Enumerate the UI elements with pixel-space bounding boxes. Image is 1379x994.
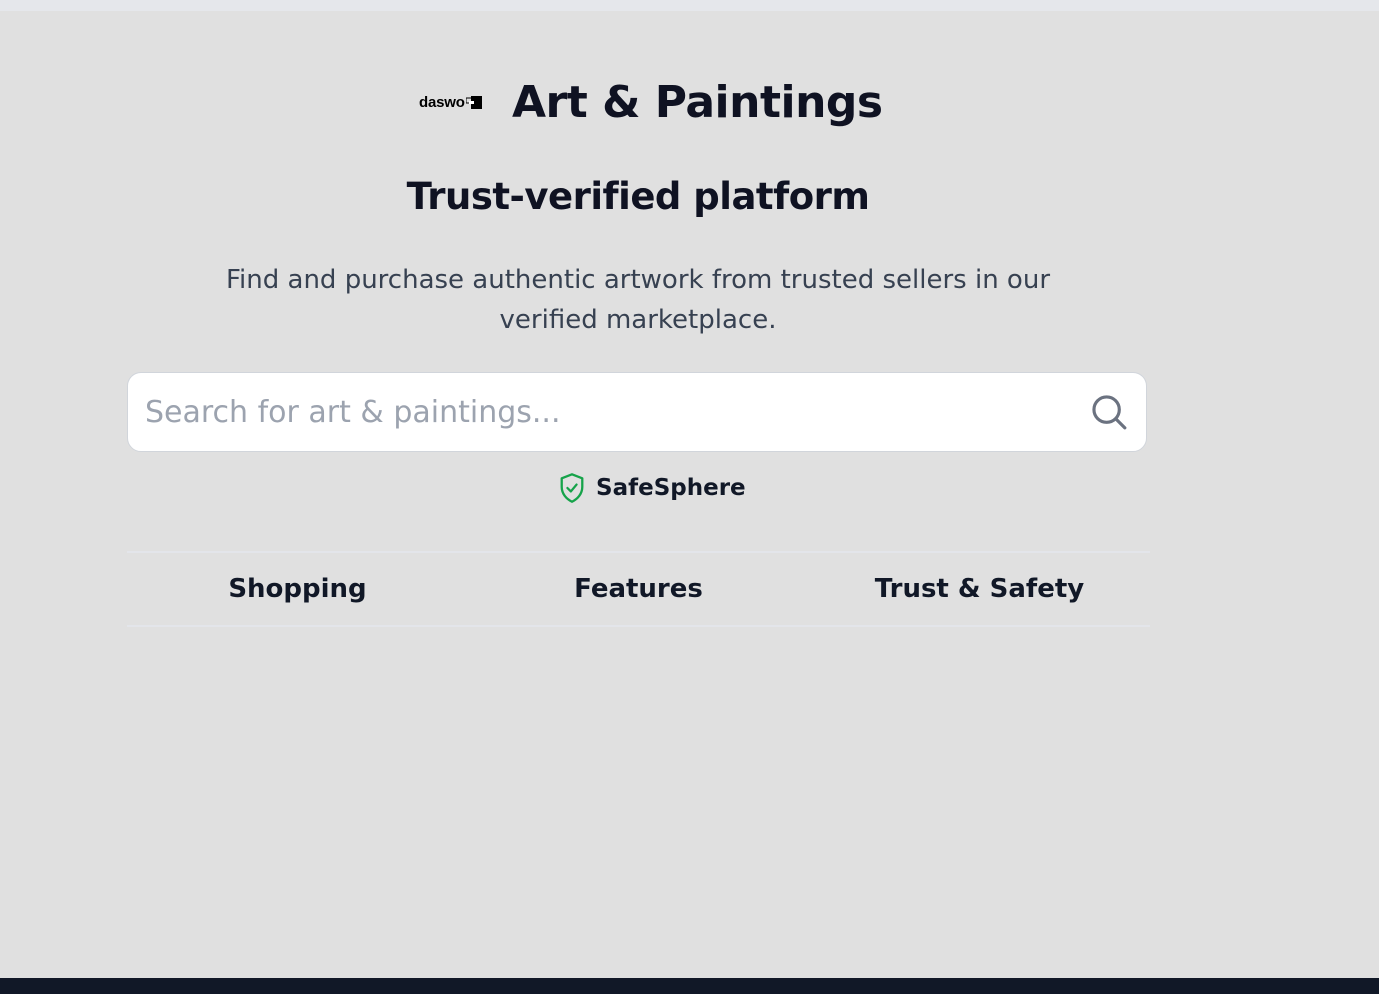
trust-badge-label: SafeSphere (596, 475, 746, 501)
logo-mark-icon (465, 95, 482, 109)
top-strip (0, 0, 1379, 11)
hero-tagline: Trust-verified platform (406, 175, 870, 218)
tab-trust-safety[interactable]: Trust & Safety (809, 553, 1150, 625)
section-tabs: Shopping Features Trust & Safety (127, 551, 1150, 627)
search-bar (127, 372, 1147, 452)
page-title: Art & Paintings (512, 76, 883, 128)
shield-check-icon (558, 472, 586, 504)
search-input[interactable] (128, 382, 1089, 442)
search-icon[interactable] (1089, 392, 1129, 432)
site-logo[interactable]: daswo (419, 92, 489, 112)
tab-features[interactable]: Features (468, 553, 809, 625)
logo-text: daswo (419, 93, 465, 111)
site-header: daswo Art & Paintings (419, 72, 883, 132)
hero-description: Find and purchase authentic artwork from… (225, 265, 1051, 335)
tab-shopping[interactable]: Shopping (127, 553, 468, 625)
trust-badge: SafeSphere (558, 471, 746, 505)
footer-bar (0, 978, 1379, 994)
